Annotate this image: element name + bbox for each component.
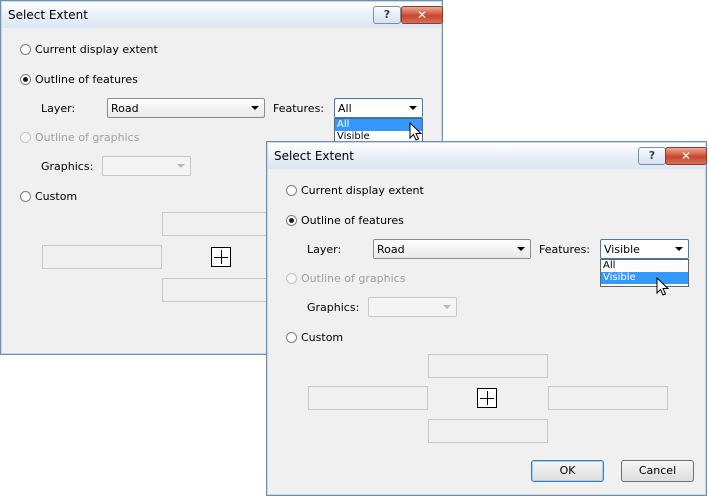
features-label: Features: [539,243,591,256]
radio-custom[interactable]: Custom [20,190,77,203]
help-button[interactable]: ? [638,147,666,165]
features-value: Visible [604,243,640,256]
radio-label: Current display extent [301,184,424,197]
features-dropdown-list: All Visible [600,259,689,287]
radio-button[interactable] [20,191,31,202]
radio-label: Outline of graphics [35,131,140,144]
chevron-down-icon [517,247,525,251]
features-label: Features: [273,102,325,115]
radio-button[interactable] [20,44,31,55]
ok-button[interactable]: OK [531,460,604,482]
graphics-combobox [102,156,191,176]
radio-button[interactable] [286,185,297,196]
radio-label: Outline of graphics [301,272,406,285]
dropdown-option-visible[interactable]: Visible [601,272,688,284]
radio-label: Custom [301,331,344,344]
close-button[interactable]: ✕ [665,147,707,165]
radio-button[interactable] [286,332,297,343]
radio-label: Outline of features [301,214,404,227]
help-icon: ? [383,8,391,21]
radio-label: Current display extent [35,43,158,56]
layer-value: Road [111,102,139,115]
radio-current-display-extent[interactable]: Current display extent [286,184,424,197]
radio-label: Custom [35,190,78,203]
select-extent-dialog-front: Select Extent ? ✕ Current display extent… [266,141,707,496]
graphics-combobox [368,297,457,317]
layer-combobox[interactable]: Road [373,239,531,259]
pan-extent-icon [211,247,231,267]
features-value: All [338,102,352,115]
chevron-down-icon [251,106,259,110]
close-icon: ✕ [680,149,692,163]
custom-bottom-field[interactable] [162,278,280,302]
dialog-title: Select Extent [274,149,354,163]
radio-button[interactable] [20,74,31,85]
mouse-pointer-icon [409,122,423,141]
radio-outline-of-features[interactable]: Outline of features [286,214,404,227]
dialog-title: Select Extent [8,8,88,22]
custom-left-field[interactable] [308,386,428,410]
graphics-label: Graphics: [41,160,94,173]
chevron-down-icon [409,106,417,110]
custom-bottom-field[interactable] [428,419,548,443]
layer-value: Road [377,243,405,256]
radio-label: Outline of features [35,73,138,86]
cancel-button[interactable]: Cancel [621,460,694,482]
custom-top-field[interactable] [162,212,280,236]
radio-custom[interactable]: Custom [286,331,343,344]
pan-extent-icon [477,388,497,408]
mouse-pointer-icon [656,277,670,296]
chevron-down-icon [443,305,451,309]
custom-left-field[interactable] [42,245,162,269]
help-icon: ? [648,149,656,162]
radio-outline-of-graphics: Outline of graphics [286,272,405,285]
features-combobox[interactable]: All [334,98,423,118]
title-bar: Select Extent ? ✕ [2,2,443,28]
radio-outline-of-features[interactable]: Outline of features [20,73,138,86]
custom-top-field[interactable] [428,354,548,378]
layer-label: Layer: [307,243,342,256]
close-icon: ✕ [416,8,428,22]
features-combobox[interactable]: Visible [600,239,689,259]
dropdown-option-all[interactable]: All [601,260,688,272]
layer-combobox[interactable]: Road [107,98,265,118]
radio-button [20,132,31,143]
radio-button [286,273,297,284]
radio-button[interactable] [286,215,297,226]
chevron-down-icon [177,164,185,168]
layer-label: Layer: [41,102,76,115]
custom-right-field[interactable] [548,386,668,410]
chevron-down-icon [675,247,683,251]
radio-current-display-extent[interactable]: Current display extent [20,43,158,56]
close-button[interactable]: ✕ [401,6,443,24]
title-bar: Select Extent ? ✕ [268,143,707,169]
radio-outline-of-graphics: Outline of graphics [20,131,139,144]
help-button[interactable]: ? [373,6,401,24]
graphics-label: Graphics: [307,301,360,314]
